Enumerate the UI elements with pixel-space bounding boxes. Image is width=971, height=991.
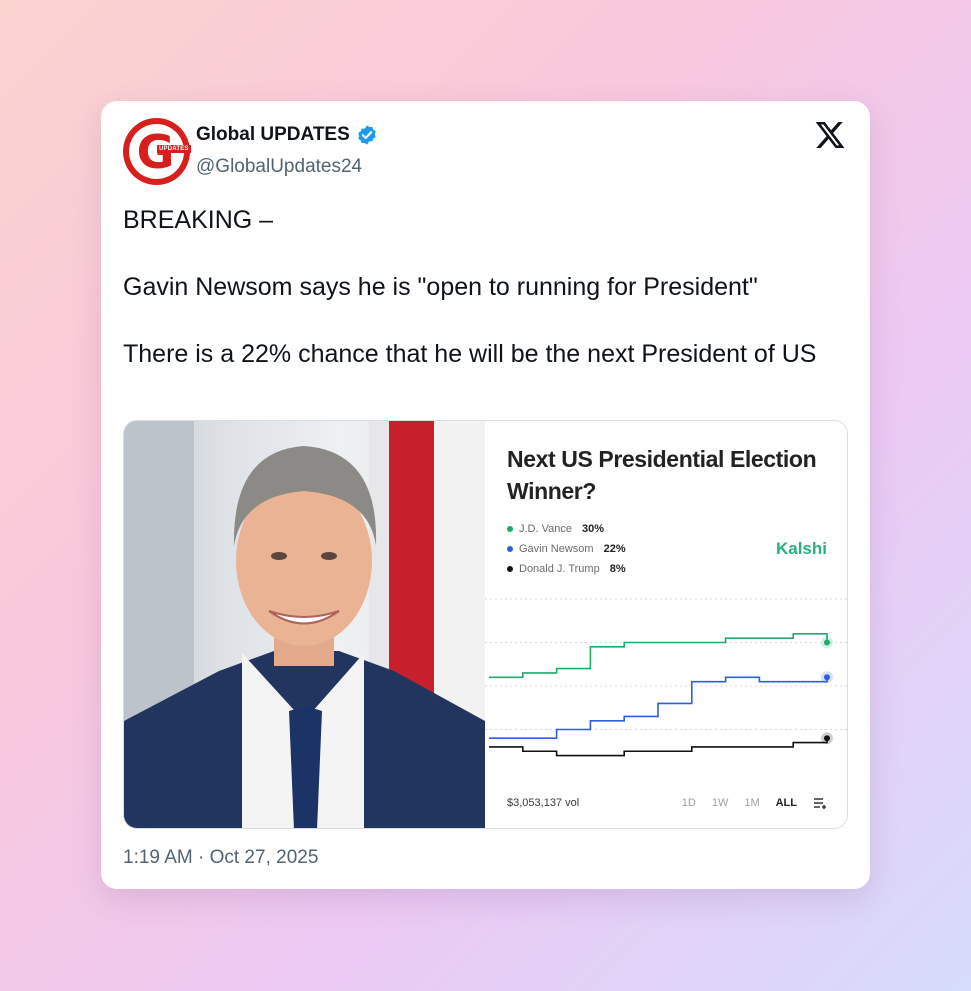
tweet-card[interactable]: G UPDATES Global UPDATES @GlobalUpdates2… [101, 101, 870, 889]
tweet-line-quote: Gavin Newsom says he is "open to running… [123, 273, 758, 301]
tweet-media[interactable]: Next US Presidential Election Winner? J.… [123, 420, 848, 829]
tweet-line-chance: There is a 22% chance that he will be th… [123, 340, 817, 368]
legend-name: J.D. Vance [519, 523, 572, 535]
legend-pct: 30% [582, 523, 605, 535]
newsom-photo[interactable] [124, 421, 485, 828]
price-chart[interactable] [485, 591, 847, 781]
tweet-timestamp[interactable]: 1:19 AM · Oct 27, 2025 [123, 847, 318, 869]
avatar[interactable]: G UPDATES [123, 118, 191, 185]
series-end-point[interactable] [824, 639, 830, 646]
kalshi-card[interactable]: Next US Presidential Election Winner? J.… [485, 421, 847, 828]
author-row: Global UPDATES [196, 124, 378, 146]
volume-label: $3,053,137 vol [507, 797, 580, 809]
legend-item-vance: J.D. Vance 30% [507, 519, 626, 539]
legend-dot [507, 526, 513, 532]
legend-pct: 8% [609, 563, 626, 575]
legend-name: Donald J. Trump [519, 563, 600, 575]
market-title: Next US Presidential Election Winner? [507, 446, 817, 504]
verified-badge-icon [358, 125, 376, 145]
range-all[interactable]: ALL [776, 797, 797, 809]
legend-dot [507, 566, 513, 572]
range-selector: 1D 1W 1M ALL [682, 797, 827, 809]
legend-item-newsom: Gavin Newsom 22% [507, 539, 626, 559]
kalshi-brand[interactable]: Kalshi [776, 539, 827, 559]
range-1d[interactable]: 1D [682, 797, 696, 809]
range-1m[interactable]: 1M [744, 797, 759, 809]
legend-item-trump: Donald J. Trump 8% [507, 559, 626, 579]
tweet-text: BREAKING – Gavin Newsom says he is "open… [123, 204, 853, 405]
portrait-illustration [124, 421, 485, 828]
series-line-j-d-vance[interactable] [489, 633, 828, 679]
tweet-line-breaking: BREAKING – [123, 206, 274, 234]
chart-legend: J.D. Vance 30% Gavin Newsom 22% Donald J… [507, 519, 626, 579]
range-1w[interactable]: 1W [712, 797, 729, 809]
legend-pct: 22% [603, 543, 626, 555]
avatar-tag: UPDATES [157, 145, 191, 153]
chart-settings-icon[interactable] [813, 797, 827, 809]
legend-dot [507, 546, 513, 552]
series-end-point[interactable] [824, 674, 830, 681]
x-logo-icon[interactable] [814, 119, 846, 151]
series-line-donald-j-trump[interactable] [489, 738, 828, 757]
legend-name: Gavin Newsom [519, 543, 594, 555]
handle[interactable]: @GlobalUpdates24 [196, 156, 362, 178]
display-name[interactable]: Global UPDATES [196, 124, 350, 146]
series-end-point[interactable] [824, 735, 830, 742]
